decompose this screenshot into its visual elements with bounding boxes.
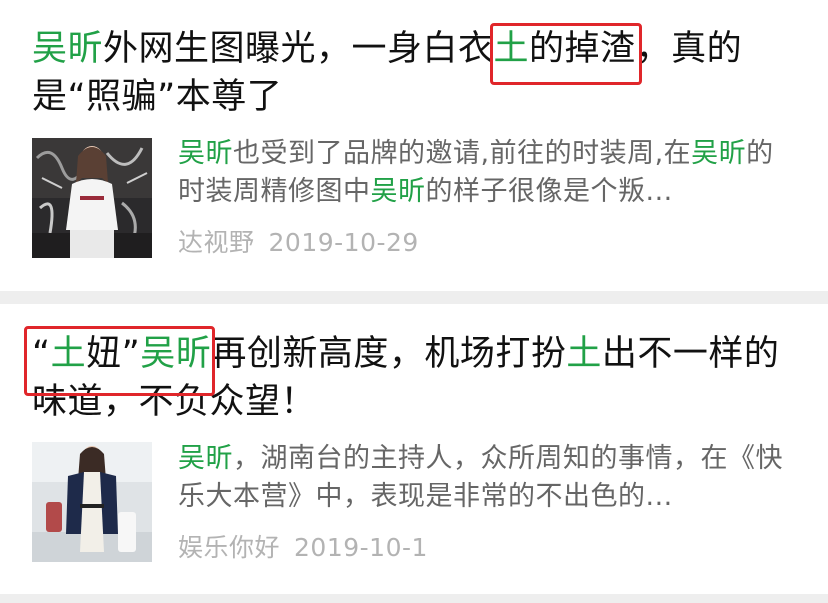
title-text: 再创新高度，机场打扮	[211, 334, 567, 374]
article-thumbnail[interactable]	[32, 442, 152, 562]
divider	[0, 594, 828, 603]
article-snippet: 吴昕也受到了品牌的邀请,前往的时装周,在吴昕的时装周精修图中吴昕的样子很像是个叛…	[178, 135, 784, 211]
article-thumbnail[interactable]	[32, 138, 152, 258]
snippet-name-highlight: 吴昕	[178, 138, 233, 169]
publish-date: 2019-10-29	[268, 228, 419, 257]
woman-airport-photo	[32, 442, 152, 562]
annotation-box: 土的掉渣	[489, 23, 642, 85]
article-meta: 娱乐你好 2019-10-1	[178, 533, 428, 563]
snippet-text: 的样子很像是个叛...	[425, 176, 673, 207]
title-keyword-highlight: 土	[566, 334, 602, 374]
woman-in-white-photo	[32, 138, 152, 258]
article-snippet: 吴昕，湖南台的主持人，众所周知的事情，在《快乐大本营》中，表现是非常的不出色的.…	[178, 440, 784, 516]
article-meta: 达视野 2019-10-29	[178, 228, 419, 258]
title-keyword-highlight: 土	[50, 334, 87, 374]
annotation-box: “土妞”吴昕	[23, 326, 216, 396]
title-text: 妞”	[86, 334, 141, 374]
snippet-text: ，湖南台的主持人，众所周知的事情，在《快乐大本营》中，表现是非常的不出色的...	[178, 443, 783, 512]
snippet-text: 也受到了品牌的邀请,前往的时装周,在	[233, 138, 692, 169]
article-card[interactable]: 吴昕外网生图曝光，一身白衣土的掉渣，真的是“照骗”本尊了 吴昕也受到了品牌的邀请…	[0, 0, 828, 291]
title-text: 外网生图曝光，一身白衣	[103, 29, 494, 69]
article-title[interactable]: 吴昕外网生图曝光，一身白衣土的掉渣，真的是“照骗”本尊了	[32, 23, 788, 121]
snippet-name-highlight: 吴昕	[370, 176, 426, 207]
divider	[0, 291, 828, 304]
title-name-highlight: 吴昕	[140, 334, 212, 374]
search-results-feed: 吴昕外网生图曝光，一身白衣土的掉渣，真的是“照骗”本尊了 吴昕也受到了品牌的邀请…	[0, 0, 828, 603]
title-text: “	[32, 334, 51, 374]
source-name: 达视野	[178, 228, 255, 257]
snippet-name-highlight: 吴昕	[691, 138, 747, 169]
title-name-highlight: 吴昕	[32, 29, 104, 69]
snippet-name-highlight: 吴昕	[178, 443, 233, 474]
source-name: 娱乐你好	[178, 533, 281, 562]
title-text: 的掉渣	[529, 29, 636, 69]
article-title[interactable]: “土妞”吴昕再创新高度，机场打扮土出不一样的味道，不负众望！	[23, 326, 788, 426]
publish-date: 2019-10-1	[294, 533, 428, 562]
article-card[interactable]: “土妞”吴昕再创新高度，机场打扮土出不一样的味道，不负众望！ 吴昕，湖南台的主持…	[0, 304, 828, 594]
title-keyword-highlight: 土	[493, 29, 530, 69]
